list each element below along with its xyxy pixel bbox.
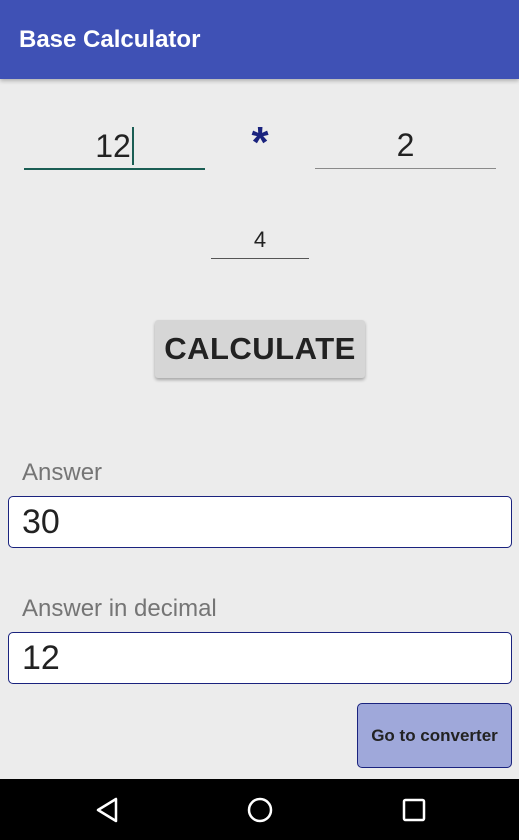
operand1-value: 12 (95, 128, 131, 164)
answer-field[interactable]: 30 (8, 496, 512, 548)
decimal-label: Answer in decimal (22, 595, 217, 622)
operator-label: * (251, 118, 269, 167)
answer-label: Answer (22, 459, 103, 486)
decimal-answer-field[interactable]: 12 (8, 632, 512, 684)
calculate-button[interactable]: CALCULATE (155, 320, 365, 378)
text-cursor (131, 126, 134, 165)
recents-icon[interactable] (399, 795, 429, 825)
base-input[interactable]: 4 (211, 222, 309, 259)
go-to-converter-button[interactable]: Go to converter (357, 703, 512, 768)
back-icon[interactable] (93, 795, 123, 825)
app-bar: Base Calculator (0, 0, 519, 79)
base-value: 4 (253, 227, 267, 252)
operand2-input[interactable]: 2 (315, 121, 496, 169)
home-icon[interactable] (245, 795, 275, 825)
operand2-value: 2 (396, 127, 415, 163)
navigation-bar (0, 779, 519, 840)
decimal-value: 12 (22, 639, 60, 677)
answer-value: 30 (22, 503, 60, 541)
app-title: Base Calculator (19, 26, 201, 53)
operand1-input[interactable]: 12 (24, 122, 205, 170)
